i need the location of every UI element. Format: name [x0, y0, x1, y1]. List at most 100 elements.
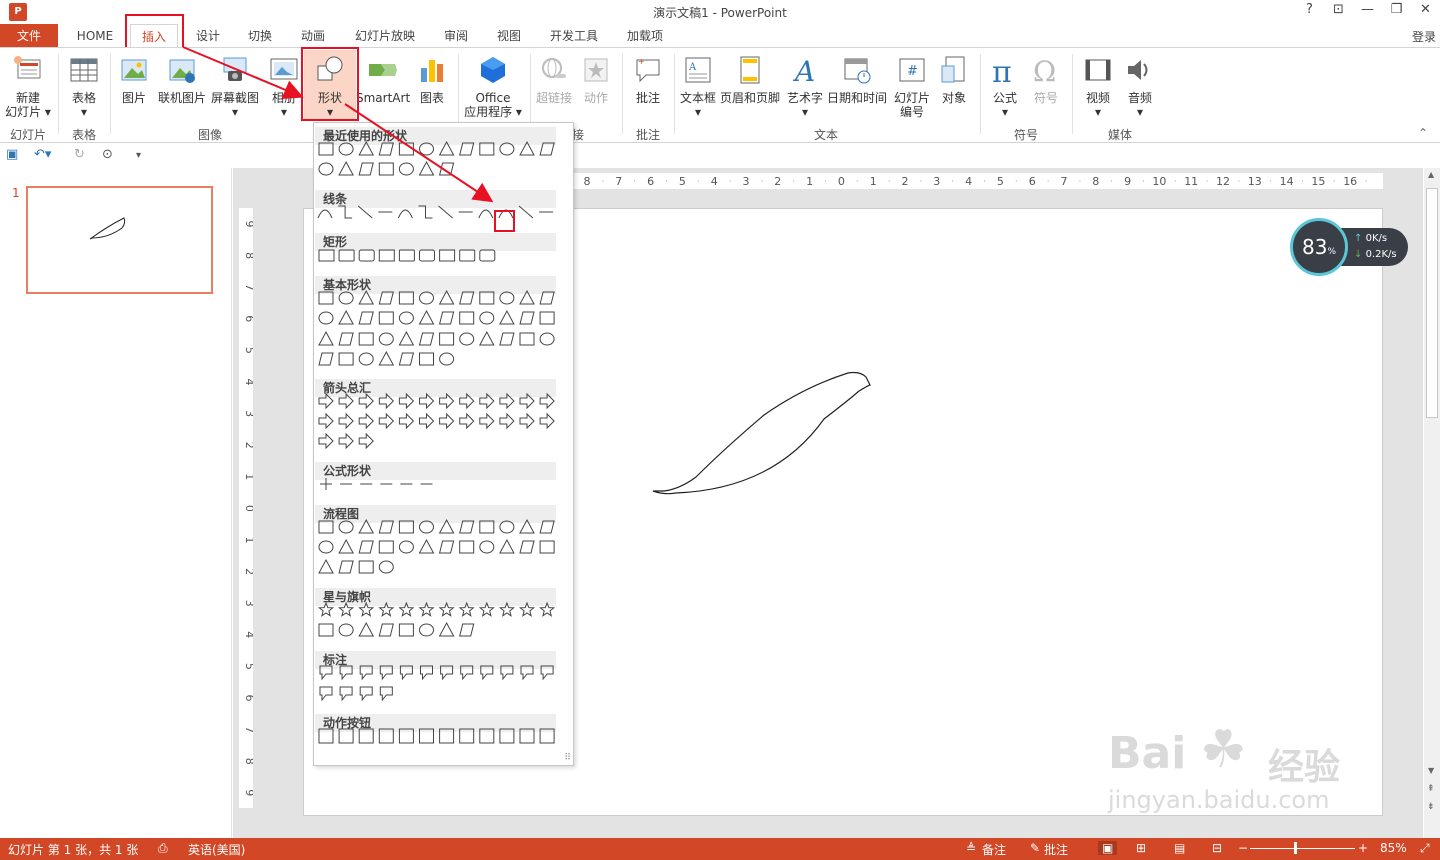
basic-shape-item[interactable]	[539, 311, 555, 325]
arrow-shape-item[interactable]	[519, 392, 535, 410]
action-shape-item[interactable]	[479, 728, 495, 744]
brace-shape-item[interactable]	[358, 352, 374, 366]
action-shape-item[interactable]	[439, 728, 455, 744]
notes-icon[interactable]: ≜	[966, 841, 976, 855]
mix2-shape-item[interactable]	[318, 162, 334, 176]
star-shape-item[interactable]	[378, 601, 395, 617]
signin-link[interactable]: 登录	[1412, 28, 1436, 45]
brace-shape-item[interactable]	[439, 352, 455, 366]
basic-shape-item[interactable]	[358, 311, 374, 325]
arrow-shape-item[interactable]	[539, 392, 555, 410]
flow-shape-item[interactable]	[438, 518, 455, 534]
arrow-shape-item[interactable]	[358, 392, 374, 410]
flow-shape-item[interactable]	[318, 558, 334, 574]
mix-shape-item[interactable]	[519, 140, 535, 156]
basic-shape-item[interactable]	[398, 311, 414, 325]
save-icon[interactable]: ▣	[6, 147, 18, 162]
zoom-slider-knob[interactable]	[1294, 842, 1297, 854]
office-apps-button[interactable]: Office 应用程序 ▾	[462, 54, 524, 119]
zoom-in-icon[interactable]: +	[1358, 841, 1368, 855]
tab-developer[interactable]: 开发工具	[545, 24, 603, 48]
basic-shape-item[interactable]	[318, 291, 334, 305]
smartart-button[interactable]: SmartArt	[356, 54, 410, 105]
arrow-shape-item[interactable]	[378, 412, 395, 430]
slideshow-view-icon[interactable]: ⊟	[1212, 841, 1222, 855]
slide-thumbnail[interactable]	[26, 186, 213, 294]
start-slideshow-icon[interactable]: ⊙	[102, 147, 113, 162]
star-shape-item[interactable]	[498, 601, 515, 617]
album-button[interactable]: 相册 ▾	[264, 54, 304, 119]
arrow-shape-item[interactable]	[499, 392, 515, 410]
table-button[interactable]: 表格 ▾	[64, 54, 104, 119]
action-shape-item[interactable]	[419, 728, 434, 744]
star-shape-item[interactable]	[438, 601, 455, 617]
arrow-shape-item[interactable]	[419, 412, 435, 430]
basic-shape-item[interactable]	[338, 291, 354, 305]
line-shape-item[interactable]	[338, 205, 353, 219]
banner-shape-item[interactable]	[419, 623, 434, 637]
basic-shape-item[interactable]	[479, 291, 495, 305]
flow-shape-item[interactable]	[378, 560, 394, 574]
basic-shape-item[interactable]	[378, 332, 394, 346]
mix-shape-item[interactable]	[358, 140, 375, 156]
collapse-ribbon-icon[interactable]: ⌃	[1418, 126, 1428, 140]
arrow-shape-item[interactable]	[479, 392, 495, 410]
basic-shape-item[interactable]	[318, 330, 334, 346]
flow-shape-item[interactable]	[519, 540, 535, 554]
mix-shape-item[interactable]	[479, 142, 495, 156]
mix-shape-item[interactable]	[539, 142, 555, 156]
basic-shape-item[interactable]	[418, 309, 435, 325]
action-button[interactable]: 动作	[576, 54, 616, 105]
arrow-shape-item[interactable]	[419, 392, 435, 410]
basic-shape-item[interactable]	[499, 291, 515, 305]
rect-shape-item[interactable]	[419, 249, 435, 262]
banner-shape-item[interactable]	[459, 623, 475, 637]
action-shape-item[interactable]	[499, 728, 515, 744]
star-shape-item[interactable]	[539, 601, 556, 617]
action-shape-item[interactable]	[539, 728, 555, 744]
zoom-slider-track[interactable]	[1250, 848, 1355, 849]
star-shape-item[interactable]	[478, 601, 495, 617]
flow-shape-item[interactable]	[318, 520, 334, 534]
flow-shape-item[interactable]	[358, 560, 374, 574]
resize-grip-icon[interactable]: ⠿	[564, 753, 571, 763]
brace-shape-item[interactable]	[398, 352, 415, 366]
star-shape-item[interactable]	[418, 601, 435, 617]
basic-shape-item[interactable]	[519, 332, 535, 346]
flow-shape-item[interactable]	[418, 538, 435, 554]
video-button[interactable]: 视频 ▾	[1078, 54, 1118, 119]
basic-shape-item[interactable]	[398, 330, 415, 346]
callout-shape-item[interactable]	[319, 665, 333, 681]
star-shape-item[interactable]	[398, 601, 415, 617]
tab-home[interactable]: HOME	[72, 24, 118, 48]
rect-shape-item[interactable]	[318, 249, 335, 262]
star-shape-item[interactable]	[358, 601, 375, 617]
action-shape-item[interactable]	[358, 728, 374, 744]
callout-shape-item[interactable]	[379, 686, 393, 702]
action-shape-item[interactable]	[338, 728, 354, 744]
rect-shape-item[interactable]	[459, 249, 476, 262]
arrow-shape-item[interactable]	[519, 412, 535, 430]
flow-shape-item[interactable]	[318, 540, 334, 554]
basic-shape-item[interactable]	[459, 332, 475, 346]
banner-shape-item[interactable]	[318, 623, 334, 637]
callout-shape-item[interactable]	[500, 665, 514, 681]
mix2-shape-item[interactable]	[418, 160, 435, 176]
rect-shape-item[interactable]	[439, 249, 456, 262]
basic-shape-item[interactable]	[499, 309, 515, 325]
callout-shape-item[interactable]	[359, 665, 373, 681]
fit-to-window-icon[interactable]: ⤢	[1420, 841, 1430, 856]
audio-button[interactable]: 音频 ▾	[1120, 54, 1160, 119]
scroll-down-icon[interactable]: ▼	[1428, 766, 1434, 775]
basic-shape-item[interactable]	[539, 291, 555, 305]
banner-shape-item[interactable]	[438, 621, 455, 637]
basic-shape-item[interactable]	[398, 291, 414, 305]
close-icon[interactable]: ✕	[1411, 2, 1440, 17]
rect-shape-item[interactable]	[358, 249, 375, 262]
star-shape-item[interactable]	[317, 601, 335, 617]
tab-design[interactable]: 设计	[188, 24, 228, 48]
basic-shape-item[interactable]	[539, 332, 555, 346]
line-shape-item[interactable]	[317, 209, 333, 219]
line-shape-item[interactable]	[357, 205, 373, 219]
flow-shape-item[interactable]	[378, 540, 394, 554]
